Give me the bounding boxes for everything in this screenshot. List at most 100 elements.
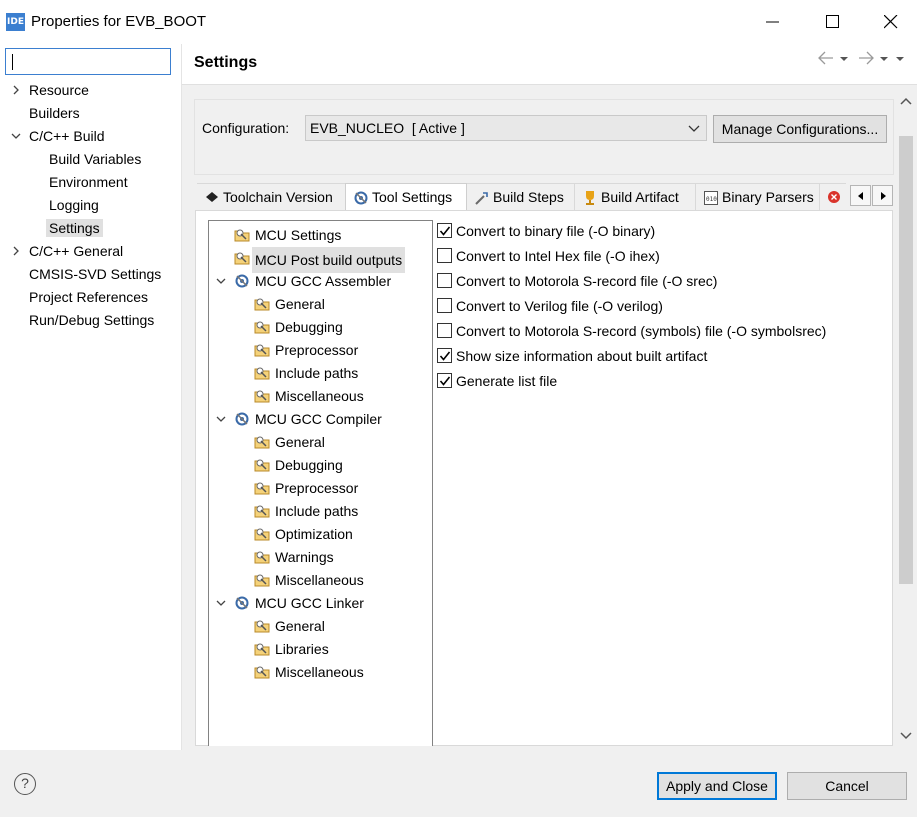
nav-item-settings[interactable]: Settings <box>46 217 103 240</box>
filter-input[interactable] <box>5 48 171 75</box>
chevron-right-icon[interactable] <box>11 85 21 95</box>
folder-settings-icon <box>254 643 270 656</box>
scrollbar-thumb[interactable] <box>899 136 913 584</box>
forward-dropdown-icon[interactable] <box>879 50 889 66</box>
tab-toolchain-version[interactable]: Toolchain Version <box>197 183 346 210</box>
folder-settings-icon <box>254 620 270 633</box>
tab-scroll-left-button[interactable] <box>850 185 871 206</box>
gear-tool-icon <box>235 412 249 426</box>
chevron-down-icon[interactable] <box>216 598 226 608</box>
tree-node-label: MCU Settings <box>255 227 342 243</box>
title-bar: IDE Properties for EVB_BOOT <box>0 0 917 44</box>
folder-settings-icon <box>254 459 270 472</box>
checkbox-unchecked[interactable] <box>437 323 452 338</box>
gear-tool-icon <box>235 274 249 288</box>
nav-item-c-c-build[interactable]: C/C++ Build <box>11 125 104 148</box>
configuration-value: EVB_NUCLEO [ Active ] <box>310 120 465 136</box>
tree-node-label: Include paths <box>275 365 359 381</box>
help-button[interactable]: ? <box>14 773 36 795</box>
error-icon <box>828 191 840 203</box>
nav-item-build-variables[interactable]: Build Variables <box>49 148 141 171</box>
folder-settings-icon <box>254 344 270 357</box>
configuration-select[interactable]: EVB_NUCLEO [ Active ] <box>305 115 707 141</box>
trophy-icon <box>586 191 594 205</box>
folder-settings-icon <box>234 252 250 265</box>
option-label: Convert to Motorola S-record (symbols) f… <box>456 323 827 339</box>
svg-text:010: 010 <box>706 196 717 203</box>
nav-item-label: Project References <box>29 289 149 305</box>
checkbox-checked[interactable] <box>437 348 452 363</box>
checkbox-unchecked[interactable] <box>437 298 452 313</box>
text-caret <box>12 54 13 70</box>
nav-item-resource[interactable]: Resource <box>13 79 89 102</box>
tab-label: Build Steps <box>493 189 564 205</box>
tab-build-artifact[interactable]: Build Artifact <box>575 183 696 210</box>
vertical-scrollbar[interactable] <box>897 90 915 746</box>
scroll-up-icon[interactable] <box>897 96 915 108</box>
nav-item-cmsis-svd-settings[interactable]: CMSIS-SVD Settings <box>29 263 161 286</box>
close-button[interactable] <box>862 0 917 44</box>
tree-node-label: Include paths <box>275 503 359 519</box>
chevron-down-icon[interactable] <box>216 276 226 286</box>
folder-settings-icon <box>234 229 250 242</box>
tree-node-label: Debugging <box>275 457 343 473</box>
forward-arrow-icon[interactable] <box>857 50 875 66</box>
tab-tool-settings[interactable]: Tool Settings <box>345 183 467 212</box>
checkbox-checked[interactable] <box>437 373 452 388</box>
minimize-button[interactable] <box>744 0 802 44</box>
nav-item-logging[interactable]: Logging <box>49 194 99 217</box>
tab-binary-parsers[interactable]: 010 Binary Parsers <box>696 183 820 210</box>
folder-settings-icon <box>254 505 270 518</box>
nav-item-run-debug-settings[interactable]: Run/Debug Settings <box>29 309 154 332</box>
cancel-button[interactable]: Cancel <box>787 772 907 800</box>
checkmark-icon <box>439 351 451 361</box>
maximize-icon <box>826 15 839 28</box>
nav-item-label: Run/Debug Settings <box>29 312 155 328</box>
tab-bar: Toolchain Version Tool Settings Build St… <box>194 183 894 212</box>
option-label: Convert to binary file (-O binary) <box>456 223 656 239</box>
tab-build-steps[interactable]: Build Steps <box>467 183 575 210</box>
checkbox-checked[interactable] <box>437 223 452 238</box>
apply-and-close-button[interactable]: Apply and Close <box>657 772 777 800</box>
minimize-icon <box>766 21 779 23</box>
tab-error[interactable] <box>820 183 846 210</box>
nav-item-label: Environment <box>49 174 128 190</box>
window-title: Properties for EVB_BOOT <box>31 13 207 30</box>
tree-node-label: MCU GCC Compiler <box>255 411 382 427</box>
nav-item-c-c-general[interactable]: C/C++ General <box>13 240 123 263</box>
nav-item-label: Build Variables <box>49 151 142 167</box>
checkbox-unchecked[interactable] <box>437 248 452 263</box>
nav-item-project-references[interactable]: Project References <box>29 286 148 309</box>
checkbox-unchecked[interactable] <box>437 273 452 288</box>
back-dropdown-icon[interactable] <box>839 50 849 66</box>
binary-icon: 010 <box>704 191 718 205</box>
maximize-button[interactable] <box>804 0 862 44</box>
arrow-left-icon <box>858 192 863 200</box>
folder-settings-icon <box>254 390 270 403</box>
checkmark-icon <box>439 376 451 386</box>
folder-settings-icon <box>254 666 270 679</box>
ide-app-icon: IDE <box>6 13 25 31</box>
nav-item-environment[interactable]: Environment <box>49 171 128 194</box>
folder-settings-icon <box>254 482 270 495</box>
manage-configurations-button[interactable]: Manage Configurations... <box>713 115 887 143</box>
chevron-right-icon[interactable] <box>11 246 21 256</box>
chevron-down-icon[interactable] <box>216 414 226 424</box>
tree-node-label: MCU GCC Linker <box>255 595 364 611</box>
close-icon <box>884 15 898 29</box>
arrow-right-icon <box>881 192 886 200</box>
view-menu-icon[interactable] <box>895 50 905 66</box>
checkmark-icon <box>439 226 451 236</box>
back-arrow-icon[interactable] <box>817 50 835 66</box>
scroll-down-icon[interactable] <box>897 730 915 742</box>
tree-node-label: Warnings <box>275 549 334 565</box>
nav-item-label: Builders <box>29 105 80 121</box>
page-header: Settings <box>182 44 917 84</box>
tree-node-label: Libraries <box>275 641 329 657</box>
tab-label: Tool Settings <box>372 189 453 205</box>
nav-item-builders[interactable]: Builders <box>29 102 80 125</box>
chevron-down-icon[interactable] <box>11 131 21 141</box>
tree-node-label: General <box>275 434 325 450</box>
tab-scroll-right-button[interactable] <box>872 185 893 206</box>
folder-settings-icon <box>254 436 270 449</box>
